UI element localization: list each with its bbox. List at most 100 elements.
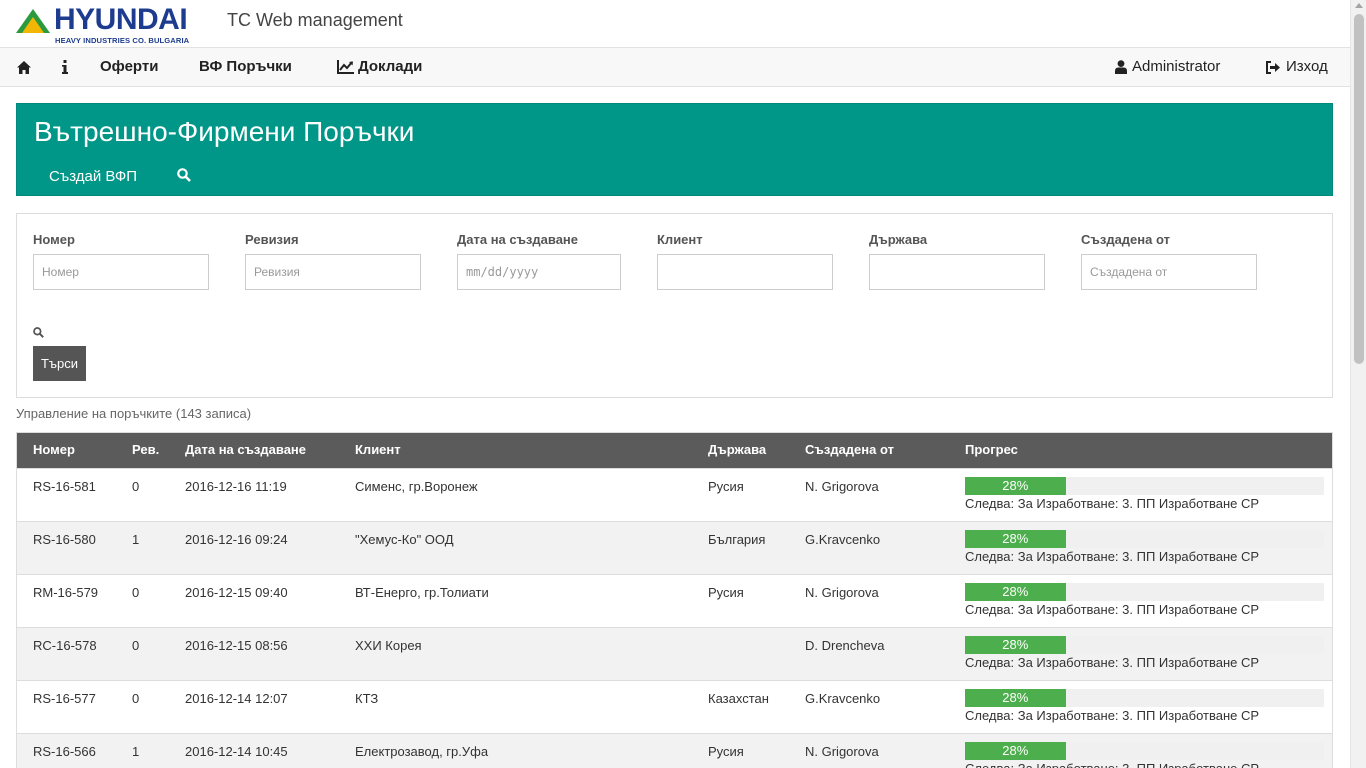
progress-bar: 28% bbox=[965, 477, 1324, 495]
nav-user-label: Administrator bbox=[1132, 58, 1221, 75]
table-row[interactable]: RS-16-581 0 2016-12-16 11:19 Сименс, гр.Вор… bbox=[17, 468, 1332, 521]
table-row[interactable]: RS-16-580 1 2016-12-16 09:24 "Хемус-Ко" ООД… bbox=[17, 521, 1332, 574]
progress-fill: 28% bbox=[965, 530, 1066, 548]
cell-rev: 0 bbox=[132, 638, 140, 653]
progress-bar: 28% bbox=[965, 742, 1324, 760]
header-search-button[interactable] bbox=[177, 168, 191, 186]
logo-subtitle: HEAVY INDUSTRIES CO. BULGARIA bbox=[55, 36, 190, 45]
search-icon bbox=[177, 168, 191, 182]
nav-reports[interactable]: Доклади bbox=[337, 48, 422, 86]
progress-next-step: Следва: За Изработване: 3. ПП Изработван… bbox=[965, 602, 1260, 617]
scroll-thumb[interactable] bbox=[1354, 14, 1364, 364]
cell-country: Русия bbox=[708, 744, 744, 759]
main-navbar: Оферти ВФ Поръчки Доклади Administrator … bbox=[0, 47, 1350, 87]
hyundai-logo[interactable]: HYUNDAI HEAVY INDUSTRIES CO. BULGARIA bbox=[16, 4, 212, 46]
col-progress[interactable]: Прогрес bbox=[965, 442, 1018, 457]
logo-triangle-yellow bbox=[22, 17, 44, 33]
info-icon bbox=[62, 60, 68, 75]
nav-offers[interactable]: Оферти bbox=[100, 48, 158, 86]
date-input[interactable] bbox=[457, 254, 621, 290]
progress-bar: 28% bbox=[965, 583, 1324, 601]
table-row[interactable]: RC-16-578 0 2016-12-15 08:56 ХХИ Корея D. Dr… bbox=[17, 627, 1332, 680]
scroll-up-arrow[interactable] bbox=[1355, 3, 1363, 8]
filter-panel: Номер Ревизия Дата на създаване Клиент Д… bbox=[16, 213, 1333, 398]
cell-created-by: N. Grigorova bbox=[805, 479, 879, 494]
cell-number: RS-16-566 bbox=[33, 744, 96, 759]
app-title: TC Web management bbox=[227, 10, 403, 30]
revision-input[interactable] bbox=[245, 254, 421, 290]
col-created-by[interactable]: Създадена от bbox=[805, 442, 894, 457]
create-order-link[interactable]: Създай ВФП bbox=[49, 168, 137, 185]
page-scrollbar[interactable] bbox=[1350, 0, 1366, 768]
cell-client: КТЗ bbox=[355, 691, 379, 706]
cell-client: ХХИ Корея bbox=[355, 638, 422, 653]
orders-table: Номер Рев. Дата на създаване Клиент Държ… bbox=[16, 432, 1333, 768]
cell-date: 2016-12-15 08:56 bbox=[185, 638, 288, 653]
nav-orders[interactable]: ВФ Поръчки bbox=[199, 48, 292, 86]
cell-client: Електрозавод, гр.Уфа bbox=[355, 744, 489, 759]
nav-reports-label: Доклади bbox=[358, 58, 423, 75]
cell-date: 2016-12-15 09:40 bbox=[185, 585, 288, 600]
col-rev[interactable]: Рев. bbox=[132, 442, 159, 457]
progress-fill: 28% bbox=[965, 742, 1066, 760]
progress-bar: 28% bbox=[965, 689, 1324, 707]
nav-logout[interactable]: Изход bbox=[1266, 48, 1328, 86]
table-row[interactable]: RM-16-579 0 2016-12-15 09:40 ВТ-Енерго, гр.… bbox=[17, 574, 1332, 627]
cell-number: RC-16-578 bbox=[33, 638, 97, 653]
client-input[interactable] bbox=[657, 254, 833, 290]
cell-created-by: N. Grigorova bbox=[805, 585, 879, 600]
cell-country: Русия bbox=[708, 585, 744, 600]
nav-home[interactable] bbox=[17, 48, 31, 86]
col-date[interactable]: Дата на създаване bbox=[185, 442, 306, 457]
progress-next-step: Следва: За Изработване: 3. ПП Изработван… bbox=[965, 708, 1260, 723]
country-input[interactable] bbox=[869, 254, 1045, 290]
sign-out-icon bbox=[1266, 60, 1280, 74]
cell-number: RM-16-579 bbox=[33, 585, 99, 600]
progress-bar: 28% bbox=[965, 636, 1324, 654]
search-icon bbox=[33, 327, 44, 338]
progress-fill: 28% bbox=[965, 689, 1066, 707]
page-title: Вътрешно-Фирмени Поръчки bbox=[34, 116, 415, 147]
cell-country: Русия bbox=[708, 479, 744, 494]
cell-created-by: N. Grigorova bbox=[805, 744, 879, 759]
col-number[interactable]: Номер bbox=[33, 442, 75, 457]
created-by-input[interactable] bbox=[1081, 254, 1257, 290]
home-icon bbox=[17, 60, 31, 74]
col-country[interactable]: Държава bbox=[708, 442, 766, 457]
number-input[interactable] bbox=[33, 254, 209, 290]
nav-info[interactable] bbox=[62, 48, 68, 86]
table-body: RS-16-581 0 2016-12-16 11:19 Сименс, гр.Вор… bbox=[17, 468, 1332, 768]
table-row[interactable]: RS-16-566 1 2016-12-14 10:45 Електрозавод, … bbox=[17, 733, 1332, 768]
cell-number: RS-16-580 bbox=[33, 532, 96, 547]
filter-search-icon-wrap bbox=[33, 326, 44, 341]
cell-date: 2016-12-16 09:24 bbox=[185, 532, 288, 547]
created-by-label: Създадена от bbox=[1081, 232, 1170, 247]
nav-user[interactable]: Administrator bbox=[1115, 48, 1220, 86]
search-button[interactable]: Търси bbox=[33, 346, 86, 381]
progress-fill: 28% bbox=[965, 477, 1066, 495]
line-chart-icon bbox=[337, 60, 354, 75]
progress-next-step: Следва: За Изработване: 3. ПП Изработван… bbox=[965, 496, 1260, 511]
cell-rev: 1 bbox=[132, 744, 140, 759]
cell-created-by: G.Kravcenko bbox=[805, 532, 881, 547]
cell-date: 2016-12-14 10:45 bbox=[185, 744, 288, 759]
cell-number: RS-16-577 bbox=[33, 691, 96, 706]
progress-bar: 28% bbox=[965, 530, 1324, 548]
cell-client: Сименс, гр.Воронеж bbox=[355, 479, 478, 494]
progress-fill: 28% bbox=[965, 583, 1066, 601]
country-label: Държава bbox=[869, 232, 928, 247]
cell-rev: 0 bbox=[132, 479, 140, 494]
table-header: Номер Рев. Дата на създаване Клиент Държ… bbox=[17, 433, 1332, 468]
progress-next-step: Следва: За Изработване: 3. ПП Изработван… bbox=[965, 761, 1259, 768]
table-row[interactable]: RS-16-577 0 2016-12-14 12:07 КТЗ Казахстан G.… bbox=[17, 680, 1332, 733]
brand-bar: HYUNDAI HEAVY INDUSTRIES CO. BULGARIA TC… bbox=[0, 0, 1350, 47]
progress-fill: 28% bbox=[965, 636, 1066, 654]
cell-date: 2016-12-14 12:07 bbox=[185, 691, 288, 706]
logo-word: HYUNDAI bbox=[54, 3, 188, 36]
cell-rev: 0 bbox=[132, 585, 140, 600]
client-label: Клиент bbox=[657, 232, 703, 247]
col-client[interactable]: Клиент bbox=[355, 442, 401, 457]
records-count: Управление на поръчките (143 записа) bbox=[16, 406, 252, 421]
cell-created-by: G.Kravcenko bbox=[805, 691, 881, 706]
cell-rev: 1 bbox=[132, 532, 140, 547]
